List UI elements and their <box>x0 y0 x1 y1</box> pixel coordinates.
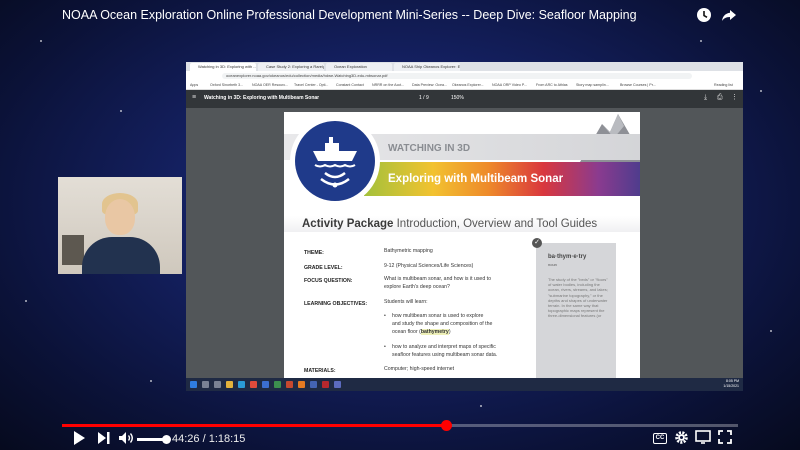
bathymetry-highlight: bathymetry <box>420 329 449 335</box>
objective-1-line-2: and study the shape and composition of t… <box>392 321 493 327</box>
grade-value: 9-12 (Physical Sciences/Life Sciences) <box>384 263 474 269</box>
chrome-icon[interactable] <box>250 381 257 388</box>
bookmark[interactable]: Data Preview: Ocea... <box>412 82 447 89</box>
browser-toolbar: oceanexplorer.noaa.gov/okeanos/edu/colle… <box>186 71 743 81</box>
closed-captions-icon[interactable]: CC <box>653 433 667 444</box>
progress-scrubber[interactable] <box>441 420 452 431</box>
browser-tab[interactable]: NOAA Ship Okeanos Explorer: E... <box>394 63 460 71</box>
acrobat-icon[interactable] <box>322 381 329 388</box>
browser-tab-strip: Watching in 3D: Exploring with ... Case … <box>186 62 743 71</box>
presenter-body <box>82 237 160 274</box>
progress-played <box>62 424 446 427</box>
ship-sonar-logo-icon <box>295 121 375 201</box>
browser-tab[interactable]: Watching in 3D: Exploring with ... <box>190 63 256 71</box>
volume-knob[interactable] <box>162 435 171 444</box>
objectives-intro: Students will learn: <box>384 299 428 305</box>
star <box>770 330 772 332</box>
bookmark[interactable]: Apps <box>190 82 198 89</box>
materials-label: MATERIALS: <box>304 368 336 374</box>
theater-mode-icon[interactable] <box>694 430 712 448</box>
taskbar-clock[interactable]: 8:05 PM 1/15/2021 <box>723 379 739 389</box>
teams-icon[interactable] <box>310 381 317 388</box>
bookmark[interactable]: Reading list <box>714 82 733 89</box>
shared-screen: Watching in 3D: Exploring with ... Case … <box>186 62 743 391</box>
bookmark[interactable]: NRRR on the Acct... <box>372 82 404 89</box>
fullscreen-icon[interactable] <box>716 430 734 448</box>
excel-icon[interactable] <box>274 381 281 388</box>
star <box>120 110 122 112</box>
pdf-page: WATCHING IN 3D Exploring with Multibeam … <box>284 112 640 378</box>
doc-kicker: WATCHING IN 3D <box>388 143 471 154</box>
pdf-zoom[interactable]: 150% <box>451 95 464 101</box>
objective-1-line-3: ocean floor (bathymetry) <box>392 329 451 335</box>
objective-2-line-1: • how to analyze and interpret maps of sp… <box>384 344 496 350</box>
presenter-head <box>105 199 135 235</box>
gear-icon[interactable] <box>672 430 690 448</box>
firefox-icon[interactable] <box>298 381 305 388</box>
glossary-definition: The study of the "beds" or "floors" of w… <box>548 277 608 319</box>
objective-1-line-1: • how multibeam sonar is used to explore <box>384 313 484 319</box>
theme-label: THEME: <box>304 250 324 256</box>
activity-package-title: Activity Package Introduction, Overview … <box>302 218 598 230</box>
focus-line-2: explore Earth's deep ocean? <box>384 284 450 290</box>
play-icon[interactable] <box>70 430 88 448</box>
focus-label: FOCUS QUESTION: <box>304 278 353 284</box>
webcam-shelf <box>62 235 84 265</box>
browser-tab[interactable]: Case Study 2: Exploring a Rarely <box>258 63 324 71</box>
star <box>40 40 42 42</box>
volume-icon[interactable] <box>117 430 135 448</box>
address-bar[interactable]: oceanexplorer.noaa.gov/okeanos/edu/colle… <box>222 73 692 79</box>
bookmark[interactable]: NOAA OER Resourc... <box>252 82 288 89</box>
pdf-page-indicator[interactable]: 1 / 9 <box>419 95 429 101</box>
bookmark[interactable]: Travel Center - Opti... <box>294 82 328 89</box>
bookmark[interactable]: Story map samplin... <box>576 82 609 89</box>
materials-value: Computer; high-speed internet <box>384 366 455 372</box>
time-display: 44:26 / 1:18:15 <box>172 433 246 445</box>
bookmark[interactable]: Oxford Sinorbeth 3... <box>210 82 243 89</box>
star <box>25 300 27 302</box>
focus-line-1: What is multibeam sonar, and how is it u… <box>384 276 491 282</box>
star <box>760 90 762 92</box>
theme-value: Bathymetric mapping <box>384 248 433 254</box>
objective-2-line-2: seafloor features using multibeam sonar … <box>392 352 498 358</box>
bookmarks-bar: Apps Oxford Sinorbeth 3... NOAA OER Reso… <box>186 81 743 90</box>
share-arrow-icon[interactable] <box>720 7 738 25</box>
edge-icon[interactable] <box>238 381 245 388</box>
clock-icon[interactable] <box>695 7 713 25</box>
pdf-toolbar: ≡ Watching in 3D: Exploring with Multibe… <box>186 90 743 108</box>
menu-icon[interactable]: ≡ <box>192 94 196 102</box>
download-icon[interactable]: ⤓ <box>704 94 707 102</box>
bookmark[interactable]: NOAA ORP Video P... <box>492 82 527 89</box>
checkmark-icon: ✓ <box>532 238 542 248</box>
pdf-title: Watching in 3D: Exploring with Multibeam… <box>204 95 320 101</box>
windows-taskbar: 8:05 PM 1/15/2021 <box>186 378 743 391</box>
file-explorer-icon[interactable] <box>226 381 233 388</box>
app-icon[interactable] <box>334 381 341 388</box>
task-view-icon[interactable] <box>214 381 221 388</box>
doc-headline: Exploring with Multibeam Sonar <box>388 173 564 185</box>
skip-next-icon[interactable] <box>95 430 113 448</box>
bookmark[interactable]: Okeanos Explorer... <box>452 82 484 89</box>
video-player[interactable]: NOAA Ocean Exploration Online Profession… <box>0 0 800 450</box>
bookmark[interactable]: Browse Courses | Pr... <box>620 82 656 89</box>
star <box>700 40 702 42</box>
search-icon[interactable] <box>202 381 209 388</box>
objectives-label: LEARNING OBJECTIVES: <box>304 301 368 307</box>
word-icon[interactable] <box>262 381 269 388</box>
star <box>150 380 152 382</box>
more-icon[interactable]: ⋮ <box>731 94 738 102</box>
browser-tab[interactable]: Ocean Exploration <box>326 63 392 71</box>
bookmark[interactable]: Constant Contact <box>336 82 364 89</box>
grade-label: GRADE LEVEL: <box>304 265 343 271</box>
star <box>480 405 482 407</box>
glossary-pos: noun <box>548 262 557 267</box>
powerpoint-icon[interactable] <box>286 381 293 388</box>
bookmark[interactable]: From ARC to Athlas <box>536 82 568 89</box>
glossary-word: ba·thym·e·try <box>548 254 587 260</box>
windows-start-icon[interactable] <box>190 381 197 388</box>
presenter-webcam <box>58 177 182 274</box>
print-icon[interactable]: ⎙ <box>717 94 723 102</box>
pdf-viewport[interactable]: WATCHING IN 3D Exploring with Multibeam … <box>186 108 743 378</box>
video-title[interactable]: NOAA Ocean Exploration Online Profession… <box>62 8 637 22</box>
